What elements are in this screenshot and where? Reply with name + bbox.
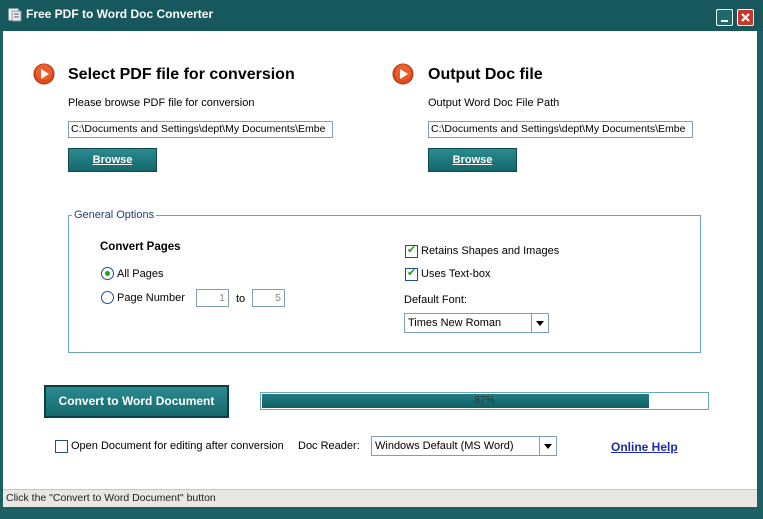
retain-shapes-checkbox[interactable] — [405, 243, 418, 258]
to-label: to — [236, 293, 246, 305]
chevron-down-icon[interactable] — [539, 437, 556, 455]
minimize-icon[interactable] — [716, 9, 733, 26]
page-number-label[interactable]: Page Number — [117, 292, 185, 304]
default-font-select[interactable]: Times New Roman — [404, 313, 549, 333]
progress-text: 87% — [474, 395, 495, 406]
convert-button[interactable]: Convert to Word Document — [44, 385, 229, 418]
title-bar[interactable]: Free PDF to Word Doc Converter — [0, 0, 763, 31]
output-section-heading: Output Doc file — [428, 66, 543, 83]
doc-reader-select[interactable]: Windows Default (MS Word) — [371, 436, 557, 456]
close-icon[interactable] — [737, 9, 754, 26]
input-section-heading: Select PDF file for conversion — [68, 66, 295, 83]
default-font-value: Times New Roman — [408, 317, 502, 329]
general-options-group: General Options Convert Pages All Pages … — [68, 209, 701, 353]
play-arrow-icon — [33, 63, 55, 85]
uses-textbox-checkbox[interactable] — [405, 266, 418, 281]
pdf-path-input[interactable]: C:\Documents and Settings\dept\My Docume… — [68, 121, 333, 138]
status-text: Click the "Convert to Word Document" but… — [6, 492, 216, 504]
all-pages-label[interactable]: All Pages — [117, 268, 163, 280]
play-arrow-icon — [392, 63, 414, 85]
retain-shapes-label[interactable]: Retains Shapes and Images — [421, 245, 559, 257]
doc-path-input[interactable]: C:\Documents and Settings\dept\My Docume… — [428, 121, 693, 138]
uses-textbox-label[interactable]: Uses Text-box — [421, 268, 491, 280]
status-bar: Click the "Convert to Word Document" but… — [3, 489, 757, 507]
default-font-label: Default Font: — [404, 294, 467, 306]
conversion-progress-bar: 87% — [260, 392, 709, 410]
all-pages-radio[interactable] — [101, 267, 114, 280]
browse-doc-button[interactable]: Browse — [428, 148, 517, 172]
input-hint: Please browse PDF file for conversion — [68, 97, 255, 109]
page-to-input[interactable]: 5 — [252, 289, 285, 307]
open-after-checkbox[interactable] — [55, 440, 68, 453]
convert-pages-label: Convert Pages — [100, 241, 181, 253]
browse-pdf-button[interactable]: Browse — [68, 148, 157, 172]
doc-reader-label: Doc Reader: — [298, 440, 360, 452]
window-title: Free PDF to Word Doc Converter — [26, 7, 214, 21]
general-options-legend: General Options — [72, 209, 157, 221]
main-panel: Select PDF file for conversion Please br… — [3, 31, 757, 507]
output-hint: Output Word Doc File Path — [428, 97, 560, 109]
app-icon — [8, 8, 22, 22]
chevron-down-icon[interactable] — [531, 314, 548, 332]
page-number-radio[interactable] — [101, 291, 114, 304]
doc-reader-value: Windows Default (MS Word) — [375, 440, 514, 452]
page-from-input[interactable]: 1 — [196, 289, 229, 307]
online-help-link[interactable]: Online Help — [611, 440, 678, 454]
open-after-label[interactable]: Open Document for editing after conversi… — [71, 440, 284, 452]
